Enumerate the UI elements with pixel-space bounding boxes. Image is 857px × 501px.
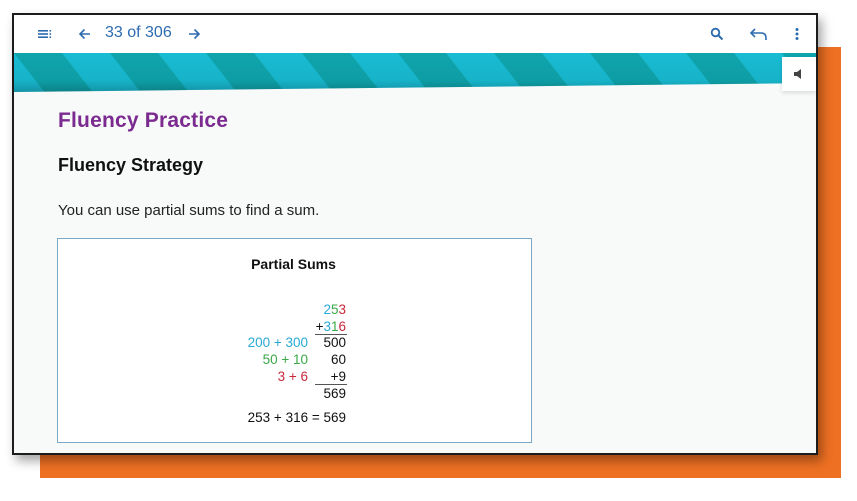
search-icon — [710, 27, 724, 41]
total-value: 569 — [323, 386, 346, 401]
total-row: 569 — [306, 385, 346, 402]
partial-expression-tens: 50 + 10 — [262, 352, 308, 367]
ebook-reader-window: 33 of 306 Fluency Practice Fluency Strat… — [12, 13, 818, 455]
intro-text: You can use partial sums to find a sum. — [58, 202, 320, 219]
addend-1-ones: 3 — [338, 302, 346, 317]
more-vertical-icon — [795, 28, 799, 40]
partial-expression-ones: 3 + 6 — [277, 369, 308, 384]
undo-back-icon — [749, 28, 767, 40]
speaker-icon — [794, 69, 801, 79]
addend-2: +316 — [306, 318, 346, 335]
addend-1: 253 — [306, 301, 346, 318]
equation-row: 253 + 316 = 569 — [198, 409, 346, 426]
arrow-left-icon — [78, 28, 90, 40]
addend-2-hundreds: 3 — [323, 319, 331, 334]
next-page-button[interactable] — [185, 24, 203, 44]
partial-value-ones: +9 — [330, 369, 346, 384]
partial-value-hundreds: 500 — [323, 335, 346, 350]
addend-2-ones: 6 — [338, 319, 346, 334]
box-title: Partial Sums — [251, 256, 336, 272]
previous-page-button[interactable] — [76, 24, 94, 44]
partial-value-tens: 60 — [330, 352, 346, 367]
partial-expression-hundreds: 200 + 300 — [247, 335, 308, 350]
reader-toolbar: 33 of 306 — [14, 15, 816, 53]
partial-row-ones: 3 + 6 +9 — [198, 368, 348, 385]
arrow-right-icon — [189, 28, 201, 40]
audio-button[interactable] — [782, 57, 816, 91]
partial-row-hundreds: 200 + 300 500 — [198, 334, 348, 351]
partial-row-tens: 50 + 10 60 — [198, 351, 348, 368]
more-options-button[interactable] — [791, 24, 803, 44]
subsection-title: Fluency Strategy — [58, 155, 204, 175]
decorative-striped-banner — [14, 53, 816, 92]
back-button[interactable] — [747, 24, 771, 44]
menu-button[interactable] — [36, 25, 54, 43]
search-button[interactable] — [707, 24, 727, 44]
menu-list-icon — [38, 30, 52, 38]
addend-1-hundreds: 2 — [323, 302, 331, 317]
equation: 253 + 316 = 569 — [247, 410, 346, 425]
partial-sums-box: Partial Sums 253 +316 200 + 300 500 50 +… — [57, 238, 532, 443]
page-indicator: 33 of 306 — [105, 24, 172, 41]
section-title: Fluency Practice — [58, 109, 229, 132]
